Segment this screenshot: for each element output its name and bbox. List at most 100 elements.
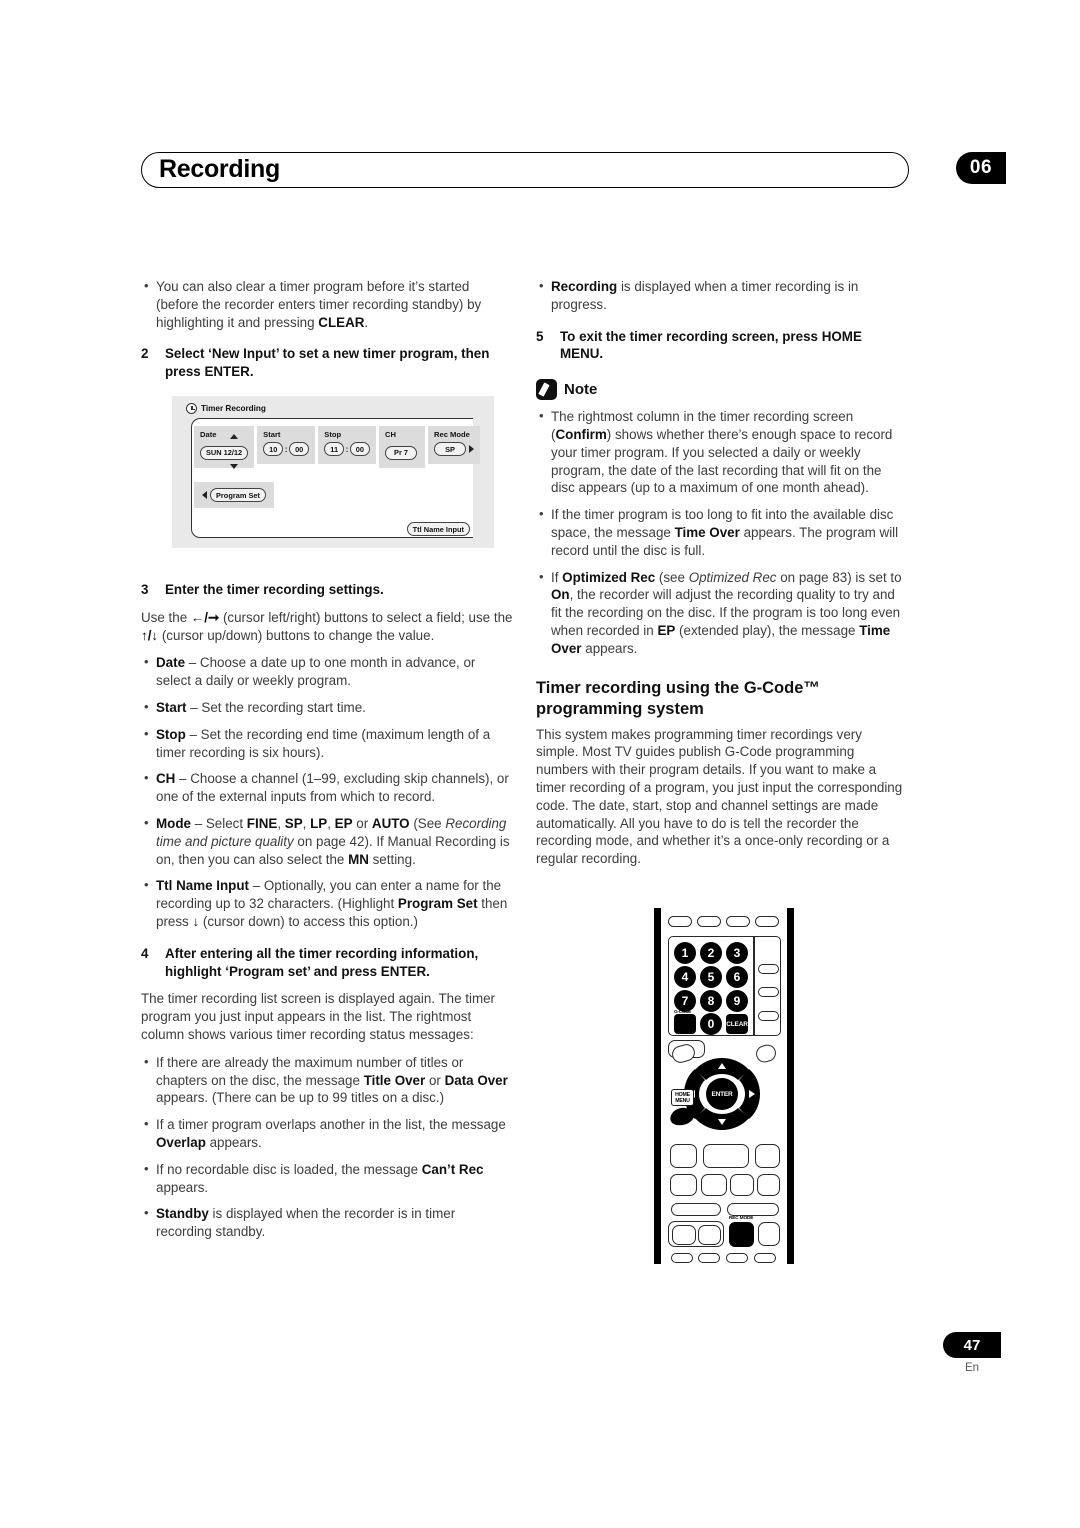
remote-gcode-button[interactable] (674, 1014, 696, 1034)
remote-bottom-button-4[interactable] (754, 1253, 776, 1263)
remote-pair-button-1[interactable] (672, 1225, 696, 1245)
remote-bar-button-1[interactable] (671, 1203, 721, 1216)
step-2-text: Select ‘New Input’ to set a new timer pr… (165, 346, 490, 380)
osd-program-set-button[interactable]: Program Set (210, 488, 266, 502)
osd-stop-time-group: 11 : 00 (324, 442, 371, 456)
step-5-text: To exit the timer recording screen, pres… (560, 328, 862, 362)
osd-field-start[interactable]: Start 10 : 00 (257, 426, 316, 464)
bullet-overlap: If a timer program overlaps another in t… (141, 1115, 513, 1152)
arrow-down-icon[interactable] (230, 464, 238, 469)
osd-field-ch[interactable]: CH Pr 7 (379, 426, 426, 468)
remote-clear-button[interactable]: CLEAR (726, 1014, 748, 1034)
remote-key-9[interactable]: 9 (726, 990, 748, 1012)
osd-value-start-hour[interactable]: 10 (263, 442, 284, 456)
osd-value-start-minute[interactable]: 00 (289, 442, 310, 456)
arrow-right-icon[interactable] (469, 445, 475, 453)
section-heading-gcode: Timer recording using the G-Code™ progra… (536, 678, 820, 718)
remote-key-6[interactable]: 6 (726, 966, 748, 988)
arrow-up-icon[interactable] (230, 434, 238, 439)
remote-keypad-divider (753, 937, 755, 1035)
remote-bottom-button-3[interactable] (726, 1253, 748, 1263)
clock-icon (186, 403, 197, 414)
pencil-icon (536, 379, 557, 401)
remote-lower-button-6[interactable] (730, 1174, 754, 1196)
remote-control-figure: 1 2 3 4 5 6 7 8 9 G-CODE 0 CLEAR ENTER H… (648, 906, 800, 1266)
osd-value-stop-hour[interactable]: 11 (324, 442, 345, 456)
remote-bottom-button-1[interactable] (671, 1253, 693, 1263)
bullet-mode: Mode – Select FINE, SP, LP, EP or AUTO (… (141, 814, 513, 868)
remote-enter-button[interactable]: ENTER (706, 1078, 738, 1110)
remote-rec-mode-button[interactable] (729, 1222, 754, 1247)
remote-lower-button-2[interactable] (703, 1144, 749, 1168)
remote-key-1[interactable]: 1 (674, 942, 696, 964)
note-header: Note (536, 379, 908, 401)
remote-key-0[interactable]: 0 (700, 1013, 722, 1035)
osd-program-set-group[interactable]: Program Set (194, 482, 274, 508)
remote-rec-mode-label: REC MODE (729, 1216, 754, 1221)
osd-field-row: Date SUN 12/12 Start 10 : 00 Stop 11 : 0… (194, 426, 481, 469)
step-4-body: The timer recording list screen is displ… (141, 991, 496, 1042)
remote-side-button-2[interactable] (758, 987, 779, 997)
osd-label-date: Date (200, 430, 217, 439)
remote-menu-label: MENU (675, 1097, 690, 1104)
bullet-recording-status: Recording is displayed when a timer reco… (536, 277, 908, 314)
note-bullet-time-over: If the timer program is too long to fit … (536, 505, 908, 559)
remote-key-3[interactable]: 3 (726, 942, 748, 964)
remote-side-button-3[interactable] (758, 1011, 779, 1021)
osd-label-stop: Stop (324, 430, 342, 439)
step-2: 2 Select ‘New Input’ to set a new timer … (141, 345, 513, 381)
remote-key-4[interactable]: 4 (674, 966, 696, 988)
remote-top-button-2[interactable] (697, 916, 721, 927)
remote-lower-button-4[interactable] (670, 1174, 697, 1196)
remote-right-rail (787, 908, 794, 1264)
remote-lower-button-3[interactable] (755, 1144, 780, 1168)
osd-field-stop[interactable]: Stop 11 : 00 (318, 426, 377, 464)
bullet-clear-timer: You can also clear a timer program befor… (141, 277, 513, 331)
osd-value-rec-mode[interactable]: SP (434, 442, 467, 456)
right-column: Recording is displayed when a timer reco… (536, 277, 908, 868)
note-bullet-optimized-rec: If Optimized Rec (see Optimized Rec on p… (536, 568, 908, 658)
remote-side-button-1[interactable] (758, 964, 779, 974)
bullet-title-over: If there are already the maximum number … (141, 1053, 513, 1107)
remote-key-2[interactable]: 2 (700, 942, 722, 964)
osd-start-time-group: 10 : 00 (263, 442, 310, 456)
remote-lower-button-7[interactable] (757, 1174, 780, 1196)
chapter-badge: 06 (956, 152, 1006, 184)
remote-pair-button-2[interactable] (698, 1225, 721, 1245)
timer-recording-osd-figure: Timer Recording Date SUN 12/12 Start 10 … (172, 396, 494, 548)
remote-top-button-1[interactable] (668, 916, 692, 927)
bullet-standby: Standby is displayed when the recorder i… (141, 1204, 513, 1241)
remote-dpad[interactable]: ENTER (684, 1058, 760, 1130)
arrow-left-icon[interactable] (202, 491, 207, 499)
remote-bar-button-2[interactable] (727, 1203, 779, 1216)
bullet-start: Start – Set the recording start time. (141, 698, 513, 717)
osd-label-start: Start (263, 430, 281, 439)
remote-top-button-3[interactable] (726, 916, 750, 927)
remote-left-rail (654, 908, 661, 1264)
step-3: 3 Enter the timer recording settings. (141, 581, 513, 599)
osd-ttl-name-input-button[interactable]: Ttl Name Input (406, 522, 470, 536)
remote-top-button-4[interactable] (755, 916, 779, 927)
remote-lower-button-8[interactable] (758, 1222, 780, 1246)
step-4: 4 After entering all the timer recording… (141, 945, 513, 981)
osd-date-wrap: SUN 12/12 (200, 434, 249, 469)
osd-rec-mode-group: SP (434, 442, 475, 456)
step-5: 5 To exit the timer recording screen, pr… (536, 328, 908, 364)
osd-field-date[interactable]: Date SUN 12/12 (194, 426, 255, 469)
remote-key-8[interactable]: 8 (700, 990, 722, 1012)
osd-value-ch[interactable]: Pr 7 (385, 445, 418, 460)
remote-home-menu-label: HOME MENU (671, 1089, 694, 1106)
remote-key-5[interactable]: 5 (700, 966, 722, 988)
remote-lower-button-1[interactable] (670, 1144, 697, 1168)
step-2-number: 2 (141, 346, 149, 362)
osd-value-stop-minute[interactable]: 00 (349, 442, 371, 456)
bullet-stop: Stop – Set the recording end time (maxim… (141, 725, 513, 762)
step-5-number: 5 (536, 328, 544, 344)
remote-lower-button-5[interactable] (701, 1174, 727, 1196)
page-title: Recording (155, 155, 286, 184)
bullet-clear-timer-text: You can also clear a timer program befor… (156, 279, 482, 330)
remote-bottom-button-2[interactable] (698, 1253, 720, 1263)
osd-value-date[interactable]: SUN 12/12 (200, 445, 249, 460)
note-bullet-confirm: The rightmost column in the timer record… (536, 407, 908, 497)
osd-field-rec-mode[interactable]: Rec Mode SP (428, 426, 481, 464)
